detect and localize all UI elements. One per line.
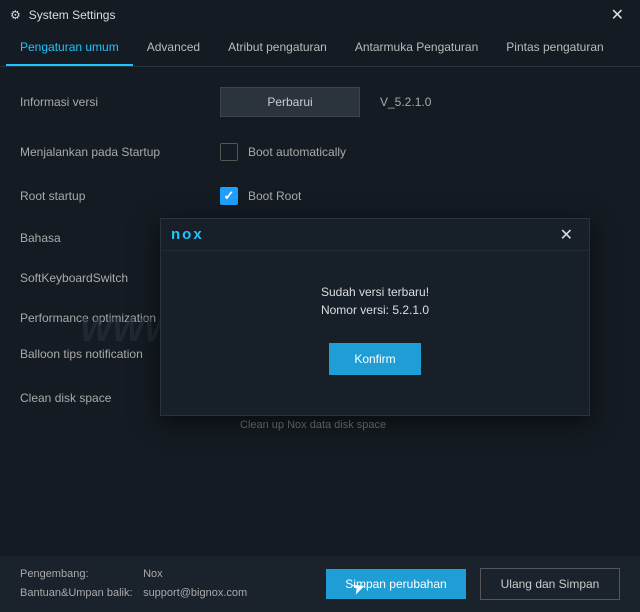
root-label: Root startup — [20, 189, 220, 203]
boot-auto-label: Boot automatically — [248, 145, 346, 159]
version-label: Informasi versi — [20, 95, 220, 109]
boot-root-label: Boot Root — [248, 189, 301, 203]
dev-value: Nox — [143, 568, 163, 580]
tab-interface[interactable]: Antarmuka Pengaturan — [341, 30, 492, 66]
gear-icon: ⚙ — [10, 8, 21, 22]
boot-root-checkbox[interactable] — [220, 187, 238, 205]
version-value: V_5.2.1.0 — [380, 95, 431, 109]
nox-logo: nox — [171, 226, 204, 243]
tab-shortcut[interactable]: Pintas pengaturan — [492, 30, 617, 66]
modal-line1: Sudah versi terbaru! — [171, 283, 579, 301]
save-button[interactable]: Simpan perubahan — [326, 569, 466, 599]
footer: Pengembang: Nox Bantuan&Umpan balik: sup… — [0, 556, 640, 612]
help-value: support@bignox.com — [143, 587, 247, 599]
dev-key: Pengembang: — [20, 565, 140, 584]
modal-line2: Nomor versi: 5.2.1.0 — [171, 301, 579, 319]
boot-auto-checkbox[interactable] — [220, 143, 238, 161]
tabs: Pengaturan umum Advanced Atribut pengatu… — [0, 30, 640, 67]
modal-close-icon[interactable]: ✕ — [554, 223, 579, 247]
modal-header: nox ✕ — [161, 219, 589, 251]
row-version: Informasi versi Perbarui V_5.2.1.0 — [20, 87, 620, 117]
confirm-button[interactable]: Konfirm — [329, 343, 421, 375]
row-root: Root startup Boot Root — [20, 187, 620, 205]
update-button[interactable]: Perbarui — [220, 87, 360, 117]
row-startup: Menjalankan pada Startup Boot automatica… — [20, 143, 620, 161]
titlebar: ⚙ System Settings ✕ — [0, 0, 640, 30]
modal-body: Sudah versi terbaru! Nomor versi: 5.2.1.… — [161, 251, 589, 375]
close-icon[interactable]: ✕ — [605, 3, 630, 27]
footer-info: Pengembang: Nox Bantuan&Umpan balik: sup… — [20, 565, 312, 602]
save-restart-button[interactable]: Ulang dan Simpan — [480, 568, 620, 600]
clean-hint: Clean up Nox data disk space — [240, 419, 620, 431]
startup-label: Menjalankan pada Startup — [20, 145, 220, 159]
tab-advanced[interactable]: Advanced — [133, 30, 214, 66]
tab-attribute[interactable]: Atribut pengaturan — [214, 30, 341, 66]
tab-general[interactable]: Pengaturan umum — [6, 30, 133, 66]
update-modal: nox ✕ Sudah versi terbaru! Nomor versi: … — [160, 218, 590, 416]
help-key: Bantuan&Umpan balik: — [20, 584, 140, 603]
window-title: System Settings — [29, 8, 116, 22]
